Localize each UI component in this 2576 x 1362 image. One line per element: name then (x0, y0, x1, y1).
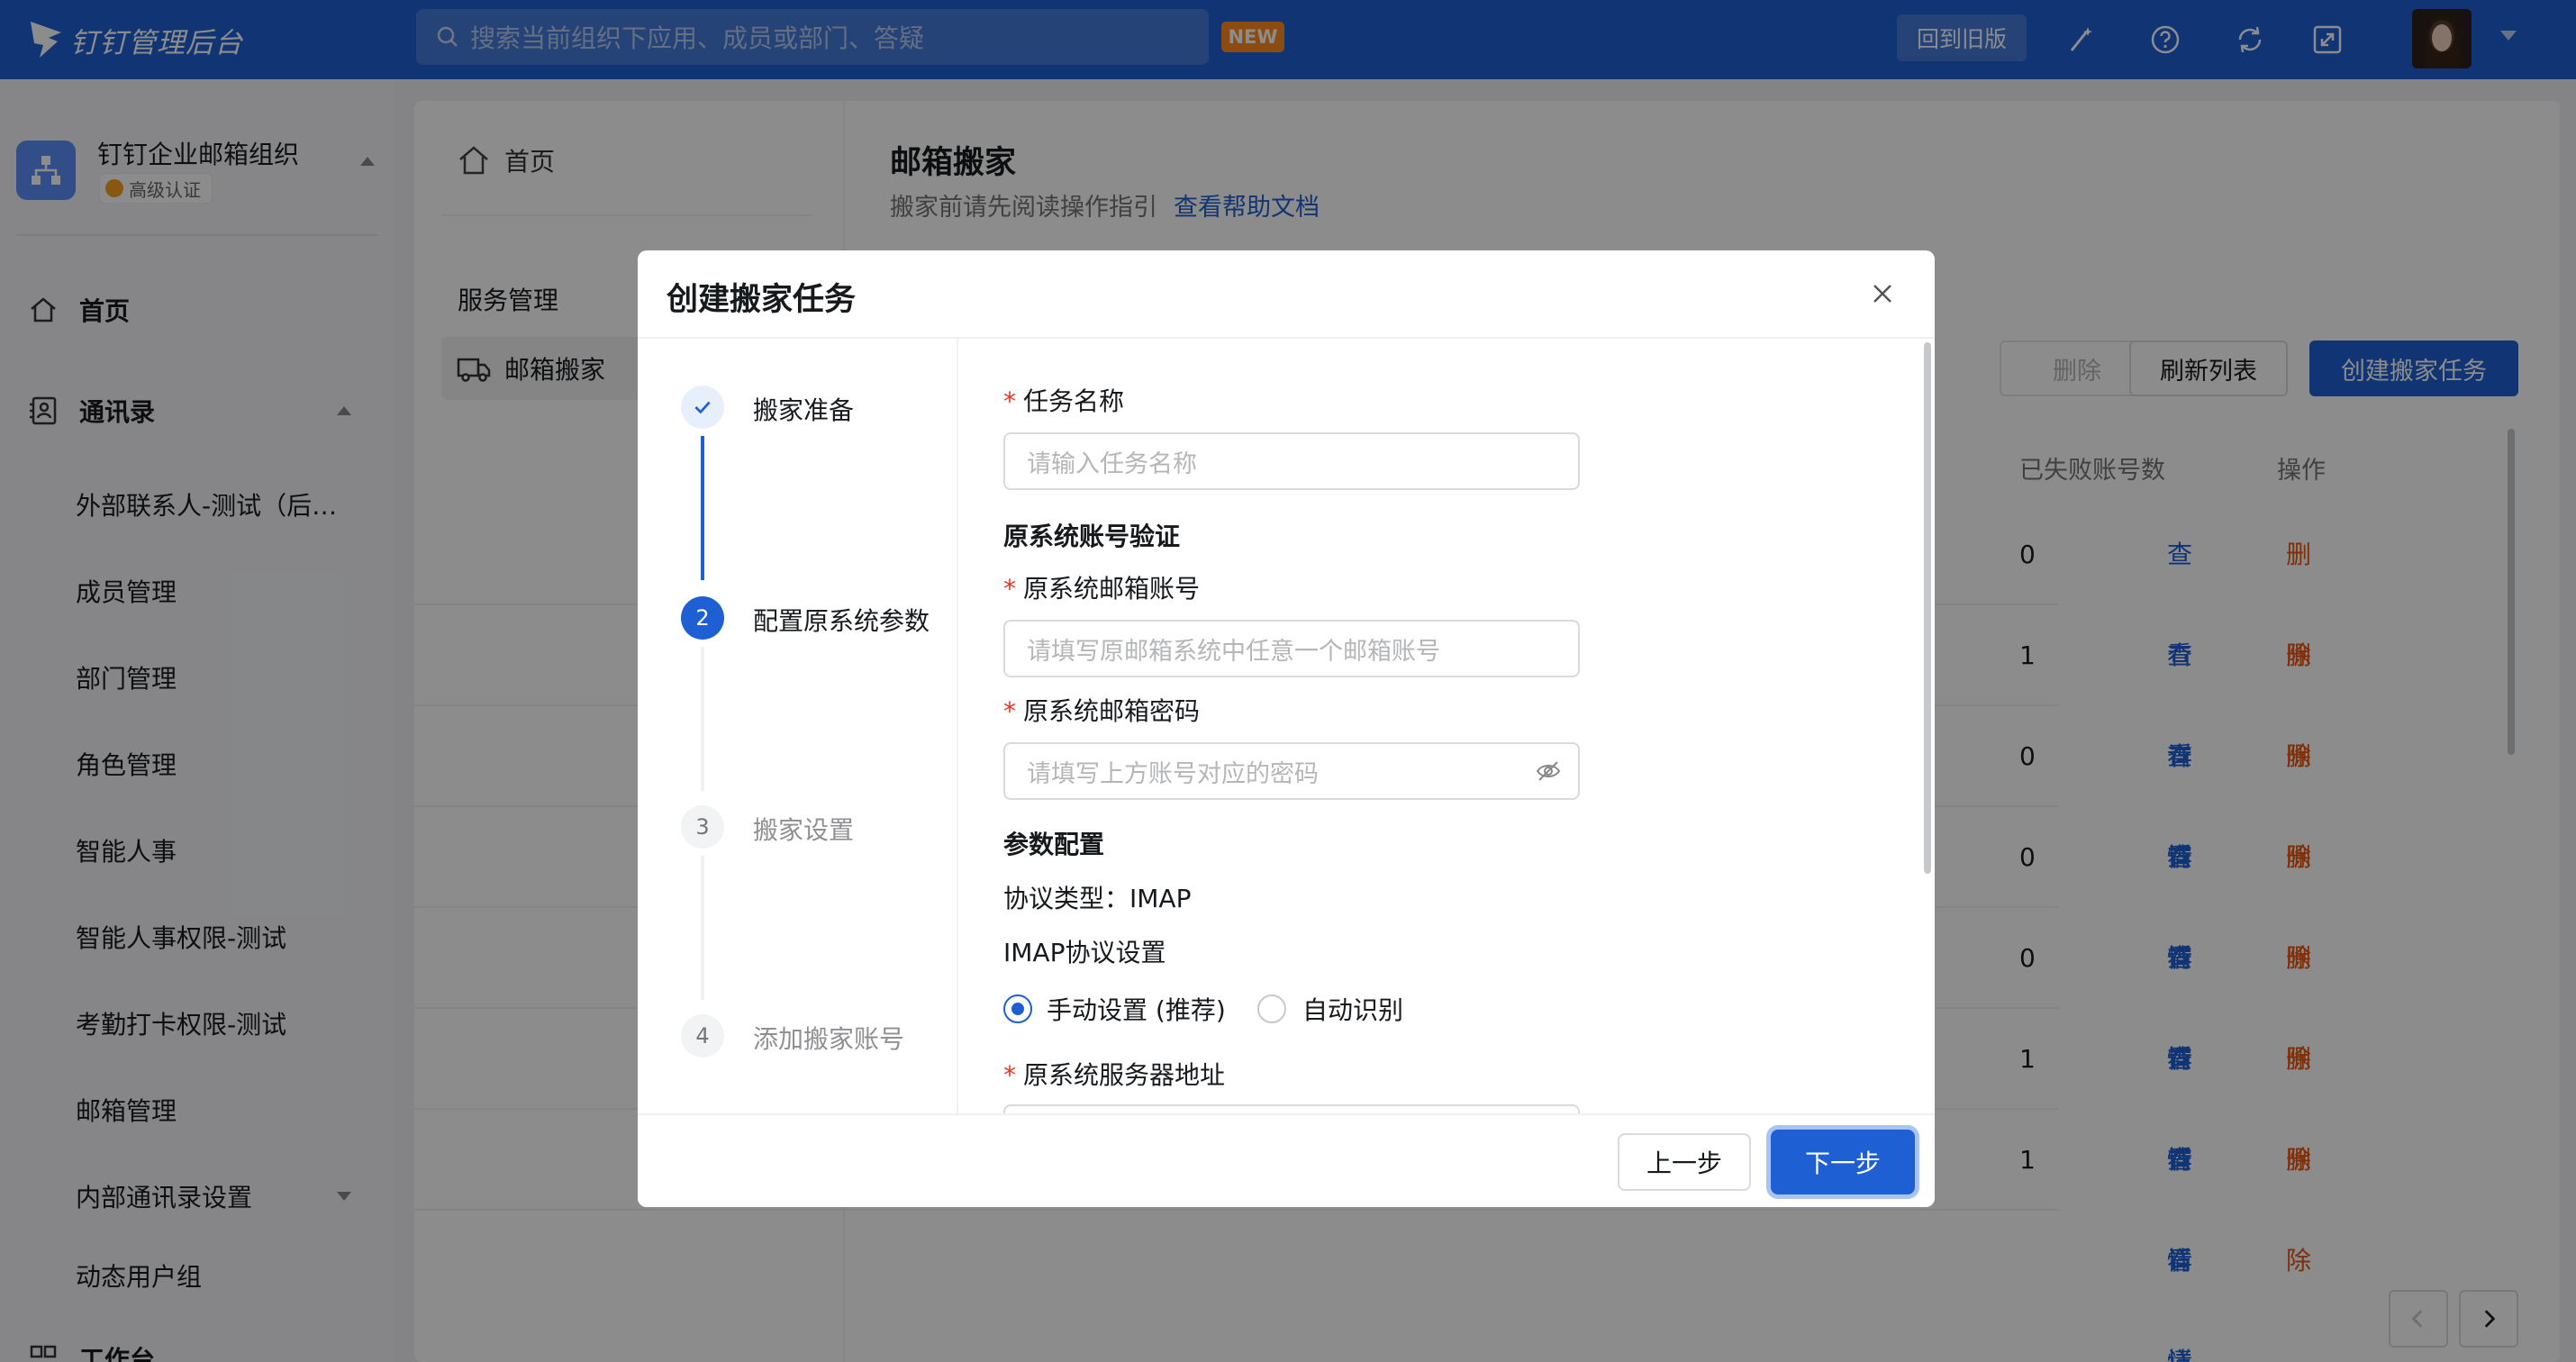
radio-manual-label[interactable]: 手动设置 (推荐) (1047, 991, 1226, 1027)
server-address-label: * 原系统服务器地址 (1003, 1056, 1225, 1092)
wizard-steps: 搬家准备 2 配置原系统参数 3 搬家设置 4 添加搬家账号 (638, 339, 958, 1113)
required-mark: * (1003, 1060, 1016, 1090)
password-label: * 原系统邮箱密码 (1003, 692, 1200, 728)
source-email-account-input[interactable]: 请填写原邮箱系统中任意一个邮箱账号 (1003, 620, 1580, 677)
radio-auto-label[interactable]: 自动识别 (1302, 991, 1403, 1027)
dialog-title: 创建搬家任务 (667, 282, 857, 318)
dialog-scrollbar[interactable] (1924, 342, 1931, 874)
create-migration-task-dialog: 创建搬家任务 搬家准备 2 配置原系统参数 3 搬家设置 4 添加搬家账号 * 任… (638, 250, 1935, 1207)
source-email-password-input[interactable]: 请填写上方账号对应的密码 (1003, 742, 1580, 800)
radio-manual-setup[interactable] (1003, 994, 1032, 1023)
step-connector (701, 856, 704, 1000)
label-text: 原系统邮箱账号 (1023, 574, 1201, 604)
radio-auto-detect[interactable] (1257, 994, 1286, 1023)
imap-settings-label: IMAP协议设置 (1003, 938, 1166, 967)
input-placeholder: 请填写原邮箱系统中任意一个邮箱账号 (1027, 637, 1440, 666)
task-name-label: * 任务名称 (1003, 382, 1124, 418)
input-placeholder: 请输入任务名称 (1027, 449, 1197, 478)
migration-form: * 任务名称 请输入任务名称 原系统账号验证 * 原系统邮箱账号 请填写原邮箱系统中… (960, 339, 1922, 1113)
step-connector (701, 647, 704, 791)
required-mark: * (1003, 386, 1016, 416)
dialog-footer: 上一步 下一步 (638, 1113, 1935, 1207)
step-label: 添加搬家账号 (753, 1024, 905, 1054)
step-2-indicator: 2 (681, 596, 724, 640)
task-name-input[interactable]: 请输入任务名称 (1003, 432, 1580, 490)
next-step-button[interactable]: 下一步 (1771, 1130, 1915, 1194)
previous-step-button[interactable]: 上一步 (1618, 1133, 1751, 1191)
step-connector (701, 436, 704, 580)
server-address-input[interactable] (1003, 1104, 1580, 1113)
protocol-type-text: 协议类型：IMAP (1003, 884, 1192, 913)
step-4-indicator: 4 (681, 1014, 724, 1058)
eye-off-icon[interactable] (1535, 758, 1562, 785)
required-mark: * (1003, 574, 1016, 604)
step-1-done-icon (681, 386, 724, 429)
dialog-header: 创建搬家任务 (638, 250, 1935, 339)
step-label: 配置原系统参数 (753, 606, 930, 636)
step-label: 搬家准备 (753, 395, 855, 425)
step-3-indicator: 3 (681, 805, 724, 849)
label-text: 原系统服务器地址 (1023, 1060, 1226, 1090)
label-text: 任务名称 (1023, 386, 1125, 416)
required-mark: * (1003, 696, 1016, 726)
step-label: 搬家设置 (753, 815, 855, 845)
input-placeholder: 请填写上方账号对应的密码 (1027, 759, 1319, 788)
account-label: * 原系统邮箱账号 (1003, 569, 1200, 605)
params-section-title: 参数配置 (1003, 830, 1105, 859)
account-verification-section-title: 原系统账号验证 (1003, 522, 1181, 551)
close-icon[interactable] (1864, 276, 1900, 312)
label-text: 原系统邮箱密码 (1023, 696, 1201, 726)
